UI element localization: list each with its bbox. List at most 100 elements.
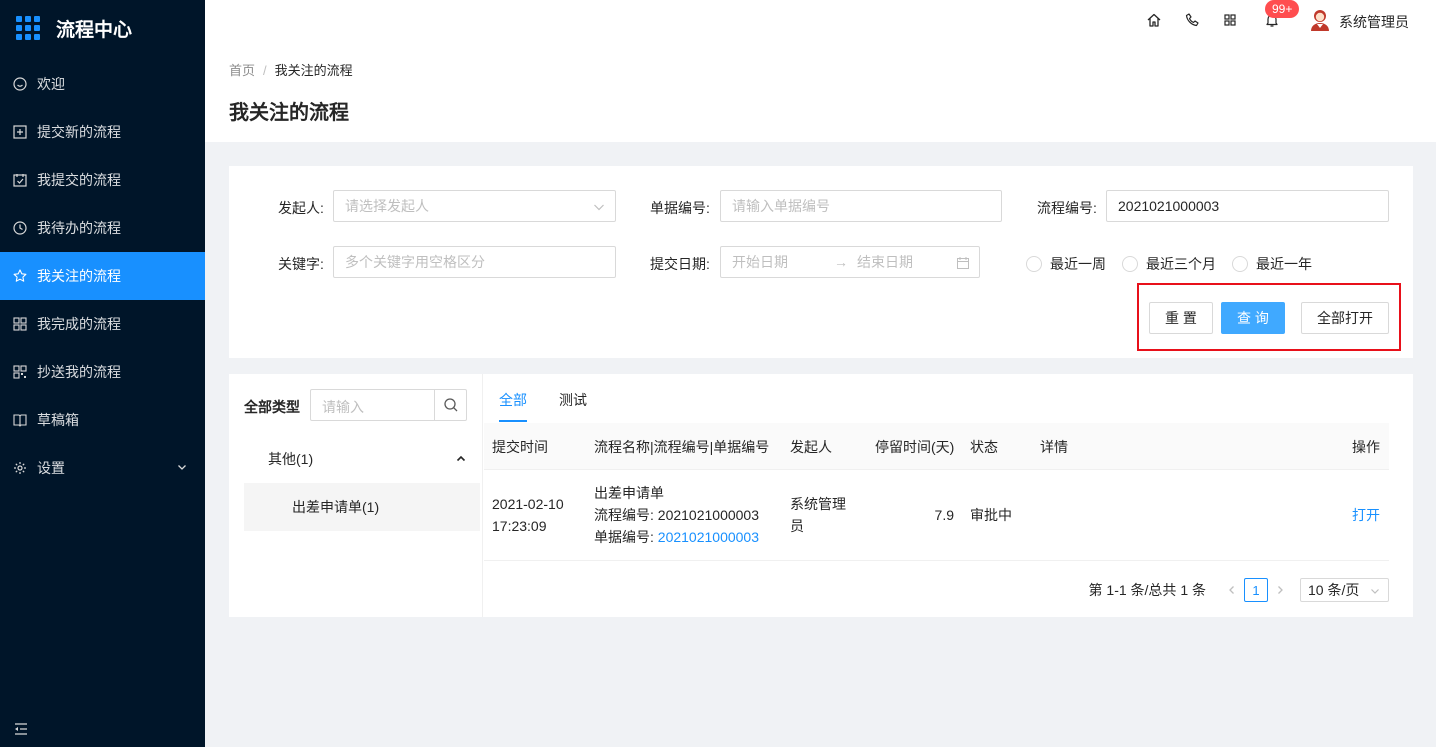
calendar-icon bbox=[957, 257, 969, 269]
sidebar-item-label: 我完成的流程 bbox=[37, 316, 121, 332]
radio-last-year[interactable]: 最近一年 bbox=[1232, 254, 1312, 274]
appstore-icon[interactable] bbox=[1222, 12, 1238, 28]
tree-node-label: 其他(1) bbox=[268, 451, 314, 467]
stay-days-cell: 7.9 bbox=[934, 507, 954, 523]
sidebar-item-label: 提交新的流程 bbox=[37, 124, 121, 140]
breadcrumb-home[interactable]: 首页 bbox=[229, 63, 255, 78]
query-button[interactable]: 查 询 bbox=[1221, 302, 1285, 334]
initiator-placeholder: 请选择发起人 bbox=[345, 198, 429, 214]
doc-no-line: 单据编号: 2021021000003 bbox=[594, 526, 759, 548]
sidebar-item-label: 草稿箱 bbox=[37, 412, 79, 428]
sidebar-item-my-todo[interactable]: 我待办的流程 bbox=[0, 204, 205, 252]
open-link[interactable]: 打开 bbox=[1352, 504, 1380, 526]
sidebar-item-my-submitted[interactable]: 我提交的流程 bbox=[0, 156, 205, 204]
tree-node-other[interactable]: 其他(1) bbox=[244, 435, 480, 483]
tree-search-input[interactable]: 请输入 bbox=[310, 389, 467, 421]
sidebar-item-submit-new[interactable]: 提交新的流程 bbox=[0, 108, 205, 156]
clock-icon bbox=[13, 221, 27, 235]
plus-square-icon bbox=[13, 125, 27, 139]
flow-no-input[interactable]: 2021021000003 bbox=[1106, 190, 1389, 222]
copy-grid-icon bbox=[13, 365, 27, 379]
page-title: 我关注的流程 bbox=[229, 102, 349, 124]
chevron-down-icon bbox=[594, 204, 604, 211]
breadcrumb-separator: / bbox=[263, 63, 267, 78]
initiator-text: 员 bbox=[790, 518, 804, 534]
search-button[interactable] bbox=[434, 390, 466, 420]
start-date-placeholder[interactable]: 开始日期 bbox=[732, 254, 788, 270]
flow-no-value: 2021021000003 bbox=[1118, 198, 1220, 214]
doc-no-placeholder: 请输入单据编号 bbox=[732, 198, 830, 214]
content-card: 全部类型 请输入 其他(1) 出差申请单(1) 全部 测试 提交时间 流程名称|… bbox=[229, 374, 1413, 617]
open-all-button[interactable]: 全部打开 bbox=[1301, 302, 1389, 334]
star-icon bbox=[13, 269, 27, 283]
sidebar-item-settings[interactable]: 设置 bbox=[0, 444, 205, 492]
radio-last-week[interactable]: 最近一周 bbox=[1026, 254, 1106, 274]
page-size-value: 10 条/页 bbox=[1308, 582, 1360, 598]
sidebar-item-label: 设置 bbox=[37, 460, 65, 476]
radio-label: 最近一年 bbox=[1256, 256, 1312, 272]
end-date-placeholder[interactable]: 结束日期 bbox=[857, 247, 913, 277]
status-cell: 审批中 bbox=[970, 507, 1012, 523]
sidebar-item-my-followed[interactable]: 我关注的流程 bbox=[0, 252, 205, 300]
doc-no-link[interactable]: 2021021000003 bbox=[658, 529, 759, 545]
initiator-select[interactable]: 请选择发起人 bbox=[333, 190, 616, 222]
tab-test[interactable]: 测试 bbox=[559, 390, 587, 410]
logo: 流程中心 bbox=[0, 0, 205, 56]
doc-no-input[interactable]: 请输入单据编号 bbox=[720, 190, 1002, 222]
phone-icon[interactable] bbox=[1184, 12, 1200, 28]
column-header: 发起人 bbox=[790, 439, 832, 455]
radio-last-3-months[interactable]: 最近三个月 bbox=[1122, 254, 1216, 274]
app-title: 流程中心 bbox=[56, 19, 133, 41]
column-header: 流程名称|流程编号|单据编号 bbox=[594, 439, 770, 455]
sidebar-item-label: 抄送我的流程 bbox=[37, 364, 121, 380]
column-header: 停留时间(天) bbox=[875, 439, 955, 455]
avatar[interactable] bbox=[1309, 8, 1331, 32]
radio-circle bbox=[1232, 256, 1248, 272]
pagination: 第 1-1 条/总共 1 条 1 10 条/页 bbox=[1089, 578, 1389, 602]
notification-badge: 99+ bbox=[1265, 0, 1300, 18]
sidebar-item-welcome[interactable]: 欢迎 bbox=[0, 60, 205, 108]
keyword-input[interactable]: 多个关键字用空格区分 bbox=[333, 246, 616, 278]
table-row: 2021-02-10 17:23:09 出差申请单 流程编号: 20210210… bbox=[484, 470, 1389, 561]
home-icon[interactable] bbox=[1146, 12, 1162, 28]
sidebar-item-label: 欢迎 bbox=[37, 76, 65, 92]
date-range-picker[interactable]: 开始日期 → 结束日期 bbox=[720, 246, 980, 278]
sidebar-menu: 欢迎 提交新的流程 我提交的流程 我待办的流程 我关注的流程 我完成的流程 抄送… bbox=[0, 60, 205, 492]
type-tree-panel: 全部类型 请输入 其他(1) 出差申请单(1) bbox=[229, 374, 483, 617]
book-icon bbox=[13, 413, 27, 427]
filter-form: 发起人: 请选择发起人 单据编号: 请输入单据编号 流程编号: 20210210… bbox=[229, 166, 1413, 358]
radio-label: 最近三个月 bbox=[1146, 256, 1216, 272]
table-header: 提交时间 流程名称|流程编号|单据编号 发起人 停留时间(天) 状态 详情 操作 bbox=[484, 423, 1389, 470]
initiator-cell: 系统管理 员 bbox=[790, 493, 846, 537]
sidebar-item-drafts[interactable]: 草稿箱 bbox=[0, 396, 205, 444]
chevron-left-icon bbox=[1229, 586, 1234, 594]
page-1-button[interactable]: 1 bbox=[1244, 578, 1268, 602]
tree-search-placeholder: 请输入 bbox=[322, 399, 364, 415]
column-header: 提交时间 bbox=[492, 439, 548, 455]
date-label: 提交日期: bbox=[650, 256, 710, 272]
sidebar-item-label: 我提交的流程 bbox=[37, 172, 121, 188]
prev-page-button[interactable] bbox=[1220, 578, 1244, 602]
username[interactable]: 系统管理员 bbox=[1339, 12, 1409, 32]
next-page-button[interactable] bbox=[1268, 578, 1292, 602]
sidebar-item-label: 我待办的流程 bbox=[37, 220, 121, 236]
menu-fold-icon[interactable] bbox=[13, 721, 29, 737]
column-header: 详情 bbox=[1040, 439, 1068, 455]
page-size-select[interactable]: 10 条/页 bbox=[1300, 578, 1389, 602]
reset-button[interactable]: 重 置 bbox=[1149, 302, 1213, 334]
sidebar-item-cc-me[interactable]: 抄送我的流程 bbox=[0, 348, 205, 396]
initiator-label: 发起人: bbox=[278, 200, 324, 216]
chevron-right-icon bbox=[1278, 586, 1283, 594]
sidebar-item-my-completed[interactable]: 我完成的流程 bbox=[0, 300, 205, 348]
search-icon bbox=[443, 398, 457, 412]
radio-circle bbox=[1122, 256, 1138, 272]
chevron-up-icon[interactable] bbox=[456, 454, 466, 464]
tree-node-travel-request[interactable]: 出差申请单(1) bbox=[244, 483, 480, 531]
initiator-text: 系统管理 bbox=[790, 496, 846, 512]
breadcrumb-current: 我关注的流程 bbox=[274, 63, 353, 78]
flow-name: 出差申请单 bbox=[594, 485, 664, 501]
doc-no-label: 单据编号: bbox=[650, 200, 710, 216]
tab-all[interactable]: 全部 bbox=[499, 390, 527, 410]
sidebar: 流程中心 欢迎 提交新的流程 我提交的流程 我待办的流程 我关注的流程 我完成的… bbox=[0, 0, 205, 747]
page-header: 首页 / 我关注的流程 我关注的流程 bbox=[205, 44, 1436, 142]
